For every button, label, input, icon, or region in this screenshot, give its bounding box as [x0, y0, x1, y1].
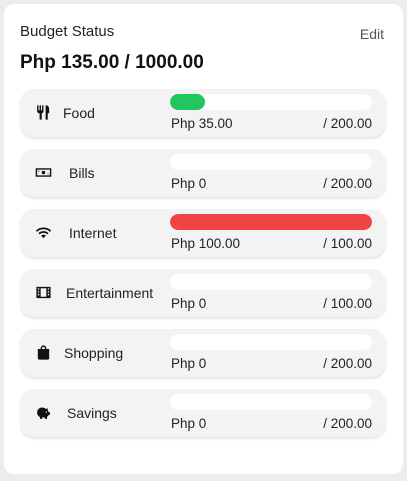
budget-limit: / 100.00	[323, 296, 372, 311]
category-label: Savings	[67, 405, 117, 421]
category-label: Food	[63, 105, 95, 121]
category-row-bills[interactable]: Bills Php 0 / 200.00	[20, 149, 386, 197]
category-label: Internet	[69, 225, 117, 241]
progress-bar	[170, 274, 372, 290]
card-title: Budget Status	[20, 23, 115, 40]
progress-bar	[170, 394, 372, 410]
category-label: Shopping	[64, 345, 124, 361]
progress-bar	[170, 214, 372, 230]
wifi-icon	[34, 223, 52, 241]
spent-amount: Php 35.00	[171, 116, 233, 131]
spent-amount: Php 0	[171, 416, 207, 431]
budget-limit: / 200.00	[323, 116, 372, 131]
category-row-food[interactable]: Food Php 35.00 / 200.00	[20, 89, 386, 137]
budget-limit: / 200.00	[323, 176, 372, 191]
spent-amount: Php 0	[171, 176, 207, 191]
progress-bar	[170, 94, 372, 110]
shopping-bag-icon	[34, 343, 52, 361]
budget-limit: / 200.00	[323, 416, 372, 431]
cash-icon	[34, 163, 52, 181]
film-icon	[34, 283, 52, 301]
category-row-shopping[interactable]: Shopping Php 0 / 200.00	[20, 329, 386, 377]
progress-fill	[170, 214, 372, 230]
progress-bar	[170, 154, 372, 170]
progress-bar	[170, 334, 372, 350]
category-label: Entertainment	[66, 285, 154, 301]
spent-amount: Php 100.00	[171, 236, 241, 251]
budget-limit: / 100.00	[323, 236, 372, 251]
spent-amount: Php 0	[171, 356, 207, 371]
budget-total: Php 135.00 / 1000.00	[20, 52, 204, 73]
fork-knife-icon	[34, 103, 52, 121]
budget-limit: / 200.00	[323, 356, 372, 371]
category-label: Bills	[69, 165, 95, 181]
progress-fill	[170, 94, 206, 110]
category-row-internet[interactable]: Internet Php 100.00 / 100.00	[20, 209, 386, 257]
spent-amount: Php 0	[171, 296, 207, 311]
category-list: Food Php 35.00 / 200.00 Bills Php 0 / 20…	[20, 89, 386, 449]
edit-button[interactable]: Edit	[360, 25, 384, 43]
category-row-savings[interactable]: Savings Php 0 / 200.00	[20, 389, 386, 437]
budget-status-card: Budget Status Edit Php 135.00 / 1000.00 …	[4, 4, 403, 474]
category-row-entertainment[interactable]: Entertainment Php 0 / 100.00	[20, 269, 386, 317]
piggy-bank-icon	[34, 403, 52, 421]
